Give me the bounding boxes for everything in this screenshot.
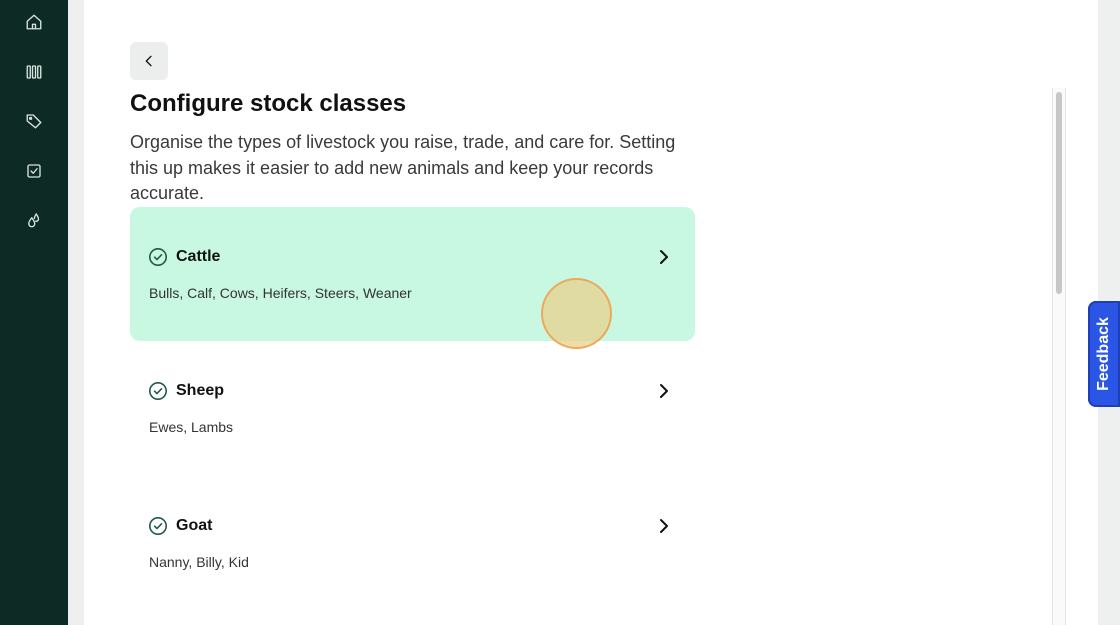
chevron-left-icon <box>145 55 152 67</box>
paddocks-icon[interactable] <box>22 60 46 84</box>
drops-icon[interactable] <box>22 208 46 232</box>
stock-class-card-sheep[interactable]: Sheep Ewes, Lambs <box>130 341 695 475</box>
stock-class-subclasses: Ewes, Lambs <box>149 419 234 435</box>
stock-class-name: Goat <box>176 517 213 534</box>
task-check-icon[interactable] <box>22 159 46 183</box>
chevron-right-icon <box>654 381 674 401</box>
stock-class-card-goat[interactable]: Goat Nanny, Billy, Kid <box>130 476 695 610</box>
check-circle-icon <box>148 247 168 267</box>
page-description: Organise the types of livestock you rais… <box>130 132 676 203</box>
stock-class-subclasses: Nanny, Billy, Kid <box>149 554 249 570</box>
tag-icon[interactable] <box>22 109 46 133</box>
home-icon[interactable] <box>22 10 46 34</box>
scrollbar-thumb[interactable] <box>1056 92 1062 294</box>
stock-class-name: Sheep <box>176 382 225 399</box>
check-circle-icon <box>148 516 168 536</box>
stock-class-name: Cattle <box>176 248 221 265</box>
chevron-right-icon <box>654 516 674 536</box>
stock-class-card-cattle[interactable]: Cattle Bulls, Calf, Cows, Heifers, Steer… <box>130 207 695 341</box>
feedback-button[interactable]: Feedback <box>1088 301 1120 407</box>
chevron-right-icon <box>654 247 674 267</box>
stock-class-subclasses: Bulls, Calf, Cows, Heifers, Steers, Wean… <box>149 285 412 301</box>
back-button[interactable] <box>130 42 168 80</box>
feedback-label: Feedback <box>1095 317 1112 391</box>
sidebar <box>0 0 68 625</box>
page-title: Configure stock classes <box>130 90 407 117</box>
check-circle-icon <box>148 381 168 401</box>
scrollbar[interactable] <box>1052 88 1066 625</box>
